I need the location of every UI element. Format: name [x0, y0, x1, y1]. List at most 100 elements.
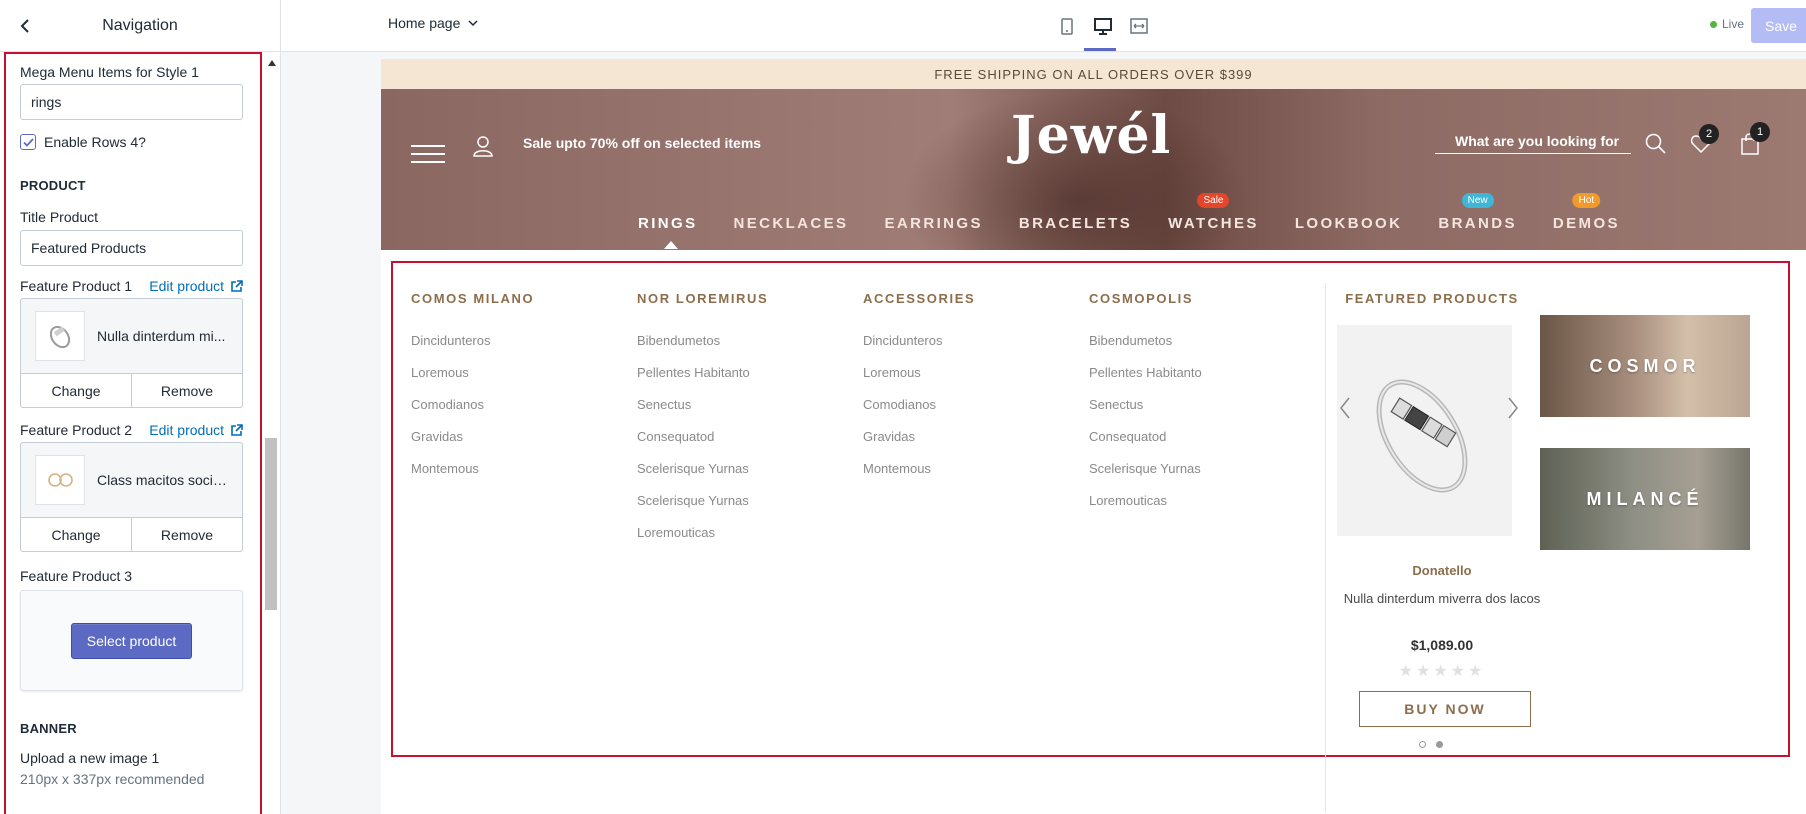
nav-item-demos[interactable]: Hot DEMOS: [1553, 193, 1620, 232]
mega-column-2: NOR LOREMIRUS Bibendumetos Pellentes Hab…: [637, 291, 768, 557]
main-navigation: RINGS NECKLACES EARRINGS BRACELETS Sale W…: [638, 193, 1656, 249]
feature-product-2-label: Feature Product 2: [20, 422, 133, 438]
wishlist-count-badge: 2: [1699, 124, 1719, 144]
nav-label: NECKLACES: [733, 215, 849, 232]
menu-link[interactable]: Scelerisque Yurnas: [637, 461, 768, 493]
buy-now-button[interactable]: BUY NOW: [1359, 691, 1531, 727]
new-badge: New: [1461, 193, 1494, 208]
nav-item-bracelets[interactable]: BRACELETS: [1019, 215, 1132, 232]
external-link-icon: [231, 279, 243, 292]
fullscreen-view-button[interactable]: [1127, 14, 1151, 38]
mega-column-1: COMOS MILANO Dincidunteros Loremous Como…: [411, 291, 534, 493]
menu-link[interactable]: Gravidas: [863, 429, 975, 461]
feature-product-3-empty-card: Select product: [20, 590, 243, 691]
column-heading[interactable]: NOR LOREMIRUS: [637, 291, 768, 306]
feature-product-2-name: Class macitos socio...: [97, 472, 228, 488]
menu-link[interactable]: Pellentes Habitanto: [637, 365, 768, 397]
nav-item-lookbook[interactable]: LOOKBOOK: [1295, 215, 1403, 232]
nav-item-necklaces[interactable]: NECKLACES: [734, 215, 849, 232]
menu-link[interactable]: Loremouticas: [1089, 493, 1202, 525]
banner-section-heading: BANNER: [20, 721, 77, 736]
store-logo[interactable]: Jewél: [1011, 105, 1171, 166]
menu-link[interactable]: Consequatod: [637, 429, 768, 461]
upload-image-hint: 210px x 337px recommended: [20, 771, 205, 787]
product-thumbnail: [35, 311, 85, 361]
nav-item-watches[interactable]: Sale WATCHES: [1168, 193, 1259, 232]
edit-product-1-link[interactable]: Edit product: [149, 278, 243, 294]
menu-link[interactable]: Gravidas: [411, 429, 534, 461]
feature-product-2-actions: Change Remove: [21, 518, 242, 551]
product-brand[interactable]: Donatello: [1337, 563, 1547, 578]
settings-scroll-area[interactable]: Mega Menu Items for Style 1 Enable Rows …: [4, 52, 262, 814]
scrollbar-thumb[interactable]: [265, 438, 277, 610]
feature-product-1-name: Nulla dinterdum mi...: [97, 328, 226, 344]
select-product-button[interactable]: Select product: [70, 622, 193, 659]
chevron-down-icon: [468, 19, 478, 26]
save-button[interactable]: Save: [1751, 8, 1806, 43]
menu-link[interactable]: Dincidunteros: [411, 333, 534, 365]
enable-rows-checkbox[interactable]: [20, 134, 36, 150]
remove-product-2-button[interactable]: Remove: [132, 518, 242, 551]
menu-link[interactable]: Montemous: [411, 461, 534, 493]
menu-link[interactable]: Loremous: [863, 365, 975, 397]
carousel-next-arrow-icon[interactable]: [1507, 397, 1519, 419]
menu-link[interactable]: Comodianos: [863, 397, 975, 429]
menu-link[interactable]: Dincidunteros: [863, 333, 975, 365]
column-heading[interactable]: COMOS MILANO: [411, 291, 534, 306]
nav-label: RINGS: [638, 215, 698, 232]
product-name[interactable]: Nulla dinterdum miverra dos lacos: [1337, 588, 1547, 610]
menu-link[interactable]: Bibendumetos: [1089, 333, 1202, 365]
account-icon[interactable]: [473, 135, 493, 157]
menu-link[interactable]: Montemous: [863, 461, 975, 493]
menu-link[interactable]: Pellentes Habitanto: [1089, 365, 1202, 397]
back-button[interactable]: [12, 13, 38, 39]
sidebar-scrollbar[interactable]: [264, 52, 280, 814]
search-icon[interactable]: [1645, 133, 1666, 154]
change-product-2-button[interactable]: Change: [21, 518, 132, 551]
nav-item-earrings[interactable]: EARRINGS: [884, 215, 982, 232]
nav-item-brands[interactable]: New BRANDS: [1438, 193, 1517, 232]
nav-item-rings[interactable]: RINGS: [638, 215, 698, 249]
mega-items-label: Mega Menu Items for Style 1: [20, 64, 199, 80]
menu-link[interactable]: Senectus: [637, 397, 768, 429]
banner-cosmor[interactable]: COSMOR: [1540, 315, 1750, 417]
upload-image-label: Upload a new image 1: [20, 750, 160, 766]
page-selector[interactable]: Home page: [388, 15, 478, 31]
enable-rows-checkbox-row[interactable]: Enable Rows 4?: [20, 134, 246, 150]
featured-product-image[interactable]: [1337, 325, 1512, 536]
scroll-up-arrow-icon[interactable]: [268, 60, 276, 66]
wishlist-button[interactable]: 2: [1690, 124, 1719, 156]
column-heading[interactable]: COSMOPOLIS: [1089, 291, 1202, 306]
device-switcher: [1055, 14, 1151, 38]
active-caret-icon: [664, 241, 678, 249]
column-heading[interactable]: ACCESSORIES: [863, 291, 975, 306]
cart-count-badge: 1: [1750, 122, 1770, 142]
change-product-1-button[interactable]: Change: [21, 374, 132, 407]
external-link-icon: [231, 423, 243, 436]
menu-link[interactable]: Loremouticas: [637, 525, 768, 557]
menu-link[interactable]: Bibendumetos: [637, 333, 768, 365]
remove-product-1-button[interactable]: Remove: [132, 374, 242, 407]
mobile-icon: [1061, 17, 1073, 35]
desktop-view-button[interactable]: [1091, 14, 1115, 38]
title-product-input[interactable]: [20, 230, 243, 266]
live-status: Live: [1710, 17, 1744, 31]
hamburger-menu-icon[interactable]: [411, 145, 445, 169]
search-input[interactable]: What are you looking for: [1435, 133, 1631, 154]
carousel-prev-arrow-icon[interactable]: [1339, 397, 1351, 419]
menu-link[interactable]: Scelerisque Yurnas: [1089, 461, 1202, 493]
banner-milance[interactable]: MILANCÉ: [1540, 448, 1750, 550]
mobile-view-button[interactable]: [1055, 14, 1079, 38]
menu-link[interactable]: Senectus: [1089, 397, 1202, 429]
announcement-bar: FREE SHIPPING ON ALL ORDERS OVER $399: [381, 59, 1806, 89]
menu-link[interactable]: Consequatod: [1089, 429, 1202, 461]
nav-label: WATCHES: [1168, 215, 1259, 232]
cart-button[interactable]: 1: [1741, 122, 1770, 158]
mega-items-input[interactable]: [20, 84, 243, 120]
menu-link[interactable]: Comodianos: [411, 397, 534, 429]
edit-product-2-link[interactable]: Edit product: [149, 422, 243, 438]
carousel-dot-active[interactable]: [1436, 741, 1443, 748]
menu-link[interactable]: Scelerisque Yurnas: [637, 493, 768, 525]
menu-link[interactable]: Loremous: [411, 365, 534, 397]
carousel-dot[interactable]: [1419, 741, 1426, 748]
